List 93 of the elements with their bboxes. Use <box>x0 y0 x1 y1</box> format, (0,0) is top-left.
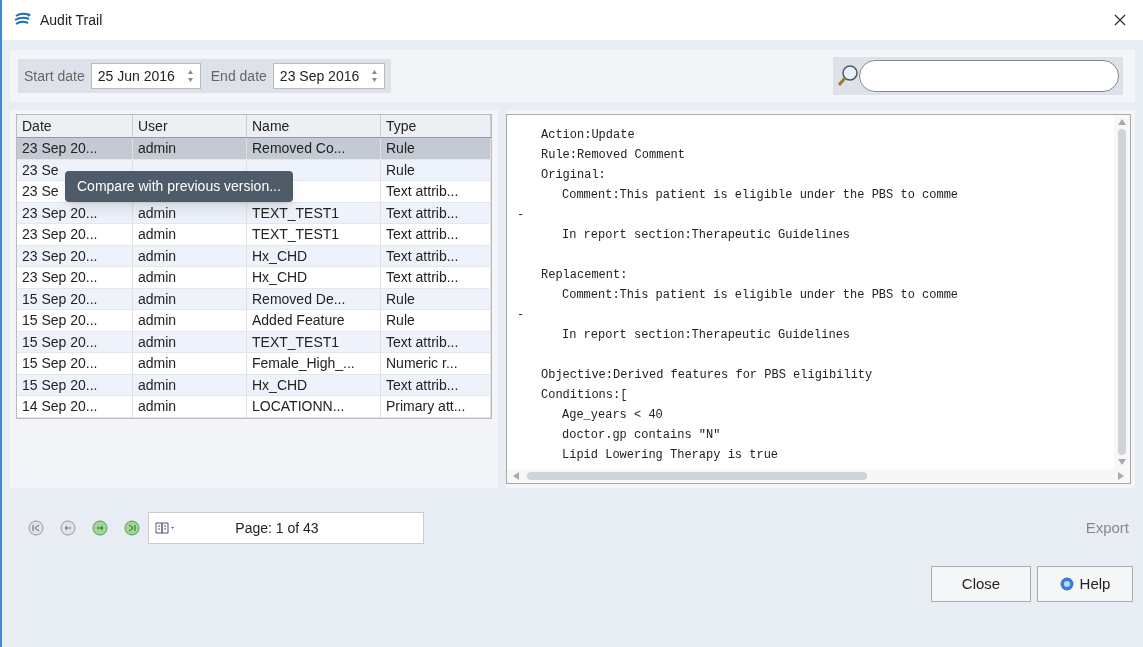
column-header[interactable]: Date <box>17 115 133 137</box>
table-cell: 23 Sep 20... <box>22 247 98 264</box>
table-cell: 23 Sep 20... <box>22 226 98 242</box>
table-cell: Text attrib... <box>386 333 459 350</box>
scroll-right-icon[interactable] <box>1118 472 1124 480</box>
table-cell: Female_High_... <box>252 355 355 371</box>
table-cell: LOCATIONN... <box>252 398 345 414</box>
spin-icon[interactable] <box>186 69 194 83</box>
table-cell: 14 Sep 20... <box>22 398 98 414</box>
table-cell: Hx_CHD <box>252 269 308 285</box>
table-cell: TEXT_TEST1 <box>252 226 340 242</box>
scroll-thumb[interactable] <box>1118 129 1126 455</box>
help-button[interactable]: Help <box>1037 566 1133 602</box>
table-row[interactable]: 15 Sep 20... admin Female_High_... Numeric r... <box>17 353 491 375</box>
table-cell: Text attrib... <box>386 183 459 199</box>
table-cell: Hx_CHD <box>252 247 308 264</box>
next-page-icon[interactable] <box>92 520 108 536</box>
table-cell: 15 Sep 20... <box>22 376 98 393</box>
table-cell: Rule <box>386 290 415 307</box>
table-cell: admin <box>138 204 177 221</box>
table-cell: admin <box>138 376 177 393</box>
table-cell: 15 Sep 20... <box>22 333 98 350</box>
table-cell: Rule <box>386 161 415 178</box>
table-cell: 23 Sep 20... <box>22 140 98 156</box>
table-row[interactable]: 23 Sep 20... admin Hx_CHD Text attrib... <box>17 245 491 267</box>
table-cell: admin <box>138 226 177 242</box>
table-cell: Hx_CHD <box>252 376 308 393</box>
first-page-icon[interactable] <box>28 520 44 536</box>
page-selector[interactable]: Page: 1 of 43 <box>148 512 424 544</box>
table-cell: admin <box>138 140 177 156</box>
detail-text: Action:Update Rule:Removed Comment Original: Comment:This patient is eligible under the PBS to comme - In report section:Therapeutic Guidelines Replacement: Comment:This patient is eligible under the PBS to comme - In report section:Therapeutic Guidelines Objective:Derived features for PBS eligibility Conditions:[ Age_years < 40 doctor.gp contains "N" Lipid Lowering Therapy is true <box>516 127 960 464</box>
previous-page-icon[interactable] <box>60 520 76 536</box>
table-cell: Text attrib... <box>386 204 459 221</box>
table-row[interactable]: 15 Sep 20... admin Hx_CHD Text attrib... <box>17 374 491 396</box>
search-field[interactable] <box>859 60 1119 92</box>
table-row[interactable]: 23 Sep 20... admin TEXT_TEST1 Text attrib... <box>17 202 491 224</box>
table-cell: Text attrib... <box>386 376 459 393</box>
table-cell: Primary att... <box>386 398 466 414</box>
table-cell: 23 Sep 20... <box>22 269 98 285</box>
scroll-down-icon[interactable] <box>1118 459 1126 465</box>
table-cell: admin <box>138 269 177 285</box>
table-cell: 23 Sep 20... <box>22 204 98 221</box>
horizontal-scrollbar[interactable] <box>507 469 1130 483</box>
help-icon <box>1059 577 1074 591</box>
end-date-field[interactable]: 23 Sep 2016 <box>272 63 386 89</box>
scroll-thumb[interactable] <box>527 472 867 480</box>
table-row[interactable]: 23 Sep 20... admin Removed Co... Rule <box>17 138 491 160</box>
close-button[interactable]: Close <box>931 566 1031 602</box>
vertical-scrollbar[interactable] <box>1114 115 1130 469</box>
table-cell: Removed Co... <box>252 140 346 156</box>
spin-icon[interactable] <box>371 69 379 83</box>
table-cell: Rule <box>386 140 415 156</box>
app-logo-icon <box>14 12 32 28</box>
table-cell: admin <box>138 355 177 371</box>
column-header[interactable]: User <box>133 115 247 137</box>
column-header[interactable]: Type <box>381 115 491 137</box>
table-cell: 15 Sep 20... <box>22 290 98 307</box>
table-cell: Numeric r... <box>386 355 458 371</box>
table-cell: Added Feature <box>252 312 345 328</box>
search-icon[interactable] <box>837 63 859 89</box>
table-cell: Removed De... <box>252 290 346 307</box>
end-date-label: End date <box>210 66 267 86</box>
tooltip: Compare with previous version... <box>65 171 293 202</box>
table-cell: 23 Se <box>22 183 59 199</box>
scroll-left-icon[interactable] <box>513 472 519 480</box>
book-icon <box>155 522 177 534</box>
table-cell: 23 Se <box>22 161 59 178</box>
table-cell: TEXT_TEST1 <box>252 333 340 350</box>
table-row[interactable]: 23 Sep 20... admin TEXT_TEST1 Text attrib... <box>17 224 491 246</box>
start-date-label: Start date <box>24 66 85 86</box>
table-cell: TEXT_TEST1 <box>252 204 340 221</box>
table-cell: 15 Sep 20... <box>22 312 98 328</box>
table-cell: 15 Sep 20... <box>22 355 98 371</box>
table-row[interactable]: 15 Sep 20... admin Added Feature Rule <box>17 310 491 332</box>
table-cell: Rule <box>386 312 415 328</box>
column-header[interactable]: Name <box>247 115 381 137</box>
table-cell: admin <box>138 398 177 414</box>
table-row[interactable]: 14 Sep 20... admin LOCATIONN... Primary att... <box>17 396 491 418</box>
table-cell: admin <box>138 290 177 307</box>
table-cell: Text attrib... <box>386 226 459 242</box>
scroll-up-icon[interactable] <box>1118 119 1126 125</box>
close-icon[interactable] <box>1113 13 1127 27</box>
table-cell: admin <box>138 312 177 328</box>
table-cell: admin <box>138 247 177 264</box>
table-cell: admin <box>138 333 177 350</box>
table-cell: Text attrib... <box>386 269 459 285</box>
table-row[interactable]: 15 Sep 20... admin Removed De... Rule <box>17 288 491 310</box>
start-date-field[interactable]: 25 Jun 2016 <box>90 63 201 89</box>
table-row[interactable]: 23 Sep 20... admin Hx_CHD Text attrib... <box>17 267 491 289</box>
table-row[interactable]: 15 Sep 20... admin TEXT_TEST1 Text attrib... <box>17 331 491 353</box>
window-title: Audit Trail <box>40 10 103 30</box>
last-page-icon[interactable] <box>124 520 140 536</box>
table-cell: Text attrib... <box>386 247 459 264</box>
